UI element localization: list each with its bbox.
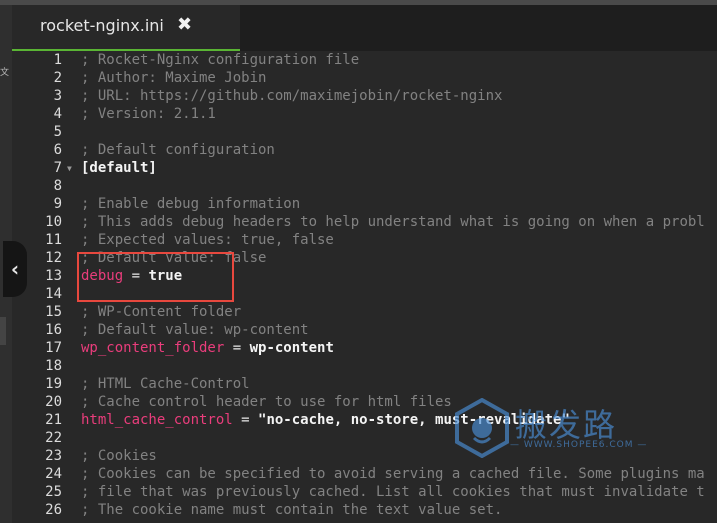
close-icon[interactable]: ✖: [177, 14, 192, 35]
line-number: 7: [53, 160, 62, 176]
code-line: ; HTML Cache-Control: [81, 375, 250, 393]
comment-text: ; HTML Cache-Control: [81, 376, 250, 392]
code-line: ; Author: Maxime Jobin: [81, 69, 266, 87]
chevron-left-icon: ‹: [10, 257, 20, 281]
key-name: html_cache_control: [81, 412, 233, 428]
tab-title: rocket-nginx.ini: [40, 16, 164, 35]
code-line: ; file that was previously cached. List …: [81, 483, 705, 501]
code-line: wp_content_folder = wp-content: [81, 339, 334, 357]
code-line: ; Cookies: [81, 447, 157, 465]
line-number: 15: [45, 304, 62, 320]
comment-text: ; URL: https://github.com/maximejobin/ro…: [81, 88, 503, 104]
line-number: 1: [53, 52, 62, 68]
code-line: ; Enable debug information: [81, 195, 300, 213]
code-line: ; The cookie name must contain the text …: [81, 501, 502, 519]
line-number: 4: [53, 106, 62, 122]
comment-text: ; Default configuration: [81, 142, 275, 158]
comment-text: ; This adds debug headers to help unders…: [81, 214, 705, 230]
line-number: 9: [53, 196, 62, 212]
collapse-sidebar-button[interactable]: ‹: [3, 241, 27, 297]
fold-arrow-icon[interactable]: ▼: [67, 164, 72, 173]
watermark-logo-icon: [455, 398, 509, 458]
key-name: wp_content_folder: [81, 340, 225, 356]
comment-text: ; Enable debug information: [81, 196, 301, 212]
line-number: 2: [53, 70, 62, 86]
comment-text: ; Cookies: [81, 448, 157, 464]
line-number: 25: [45, 484, 62, 500]
line-number: 24: [45, 466, 62, 482]
code-line: ; Default value: wp-content: [81, 321, 309, 339]
line-number: 20: [45, 394, 62, 410]
code-line: ; Version: 2.1.1: [81, 105, 216, 123]
comment-text: ; The cookie name must contain the text …: [81, 502, 503, 518]
comment-text: ; file that was previously cached. List …: [81, 484, 705, 500]
line-number: 8: [53, 178, 62, 194]
tab-rocket-nginx-ini[interactable]: rocket-nginx.ini ✖: [12, 5, 240, 51]
comment-text: ; Rocket-Nginx configuration file: [81, 52, 360, 68]
comment-text: ; Version: 2.1.1: [81, 106, 216, 122]
line-number: 6: [53, 142, 62, 158]
tab-bar: rocket-nginx.ini ✖: [12, 5, 717, 51]
code-line: [default]: [81, 159, 157, 177]
code-line: ; Cookies can be specified to avoid serv…: [81, 465, 705, 483]
highlight-annotation-box: [77, 252, 234, 302]
code-line: ; URL: https://github.com/maximejobin/ro…: [81, 87, 502, 105]
line-number: 18: [45, 358, 62, 374]
code-line: ; Expected values: true, false: [81, 231, 334, 249]
line-number: 16: [45, 322, 62, 338]
operator: =: [224, 340, 250, 356]
comment-text: ; Author: Maxime Jobin: [81, 70, 267, 86]
line-number: 26: [45, 502, 62, 518]
watermark: 搬发路 — WWW.SHOPEE6.COM —: [452, 398, 672, 460]
code-line: ; Cache control header to use for html f…: [81, 393, 452, 411]
code-line: ; Default configuration: [81, 141, 275, 159]
comment-text: ; WP-Content folder: [81, 304, 242, 320]
code-line: ; This adds debug headers to help unders…: [81, 213, 705, 231]
comment-text: ; Cache control header to use for html f…: [81, 394, 452, 410]
comment-text: ; Default value: wp-content: [81, 322, 309, 338]
code-line: ; WP-Content folder: [81, 303, 241, 321]
line-number: 10: [45, 214, 62, 230]
comment-text: ; Cookies can be specified to avoid serv…: [81, 466, 705, 482]
operator: =: [232, 412, 259, 428]
section-header: [default]: [81, 160, 157, 176]
line-number: 17: [45, 340, 62, 356]
code-line: ; Rocket-Nginx configuration file: [81, 51, 359, 69]
line-number: 21: [45, 412, 62, 428]
line-number: 22: [45, 430, 62, 446]
comment-text: ; Expected values: true, false: [81, 232, 334, 248]
watermark-url: — WWW.SHOPEE6.COM —: [510, 440, 648, 450]
value-text: wp-content: [249, 340, 334, 356]
left-panel-handle[interactable]: [0, 317, 6, 345]
line-number: 5: [53, 124, 62, 140]
line-number: 23: [45, 448, 62, 464]
left-edge-glyph: 文: [0, 68, 10, 78]
line-number: 3: [53, 88, 62, 104]
line-number: 19: [45, 376, 62, 392]
